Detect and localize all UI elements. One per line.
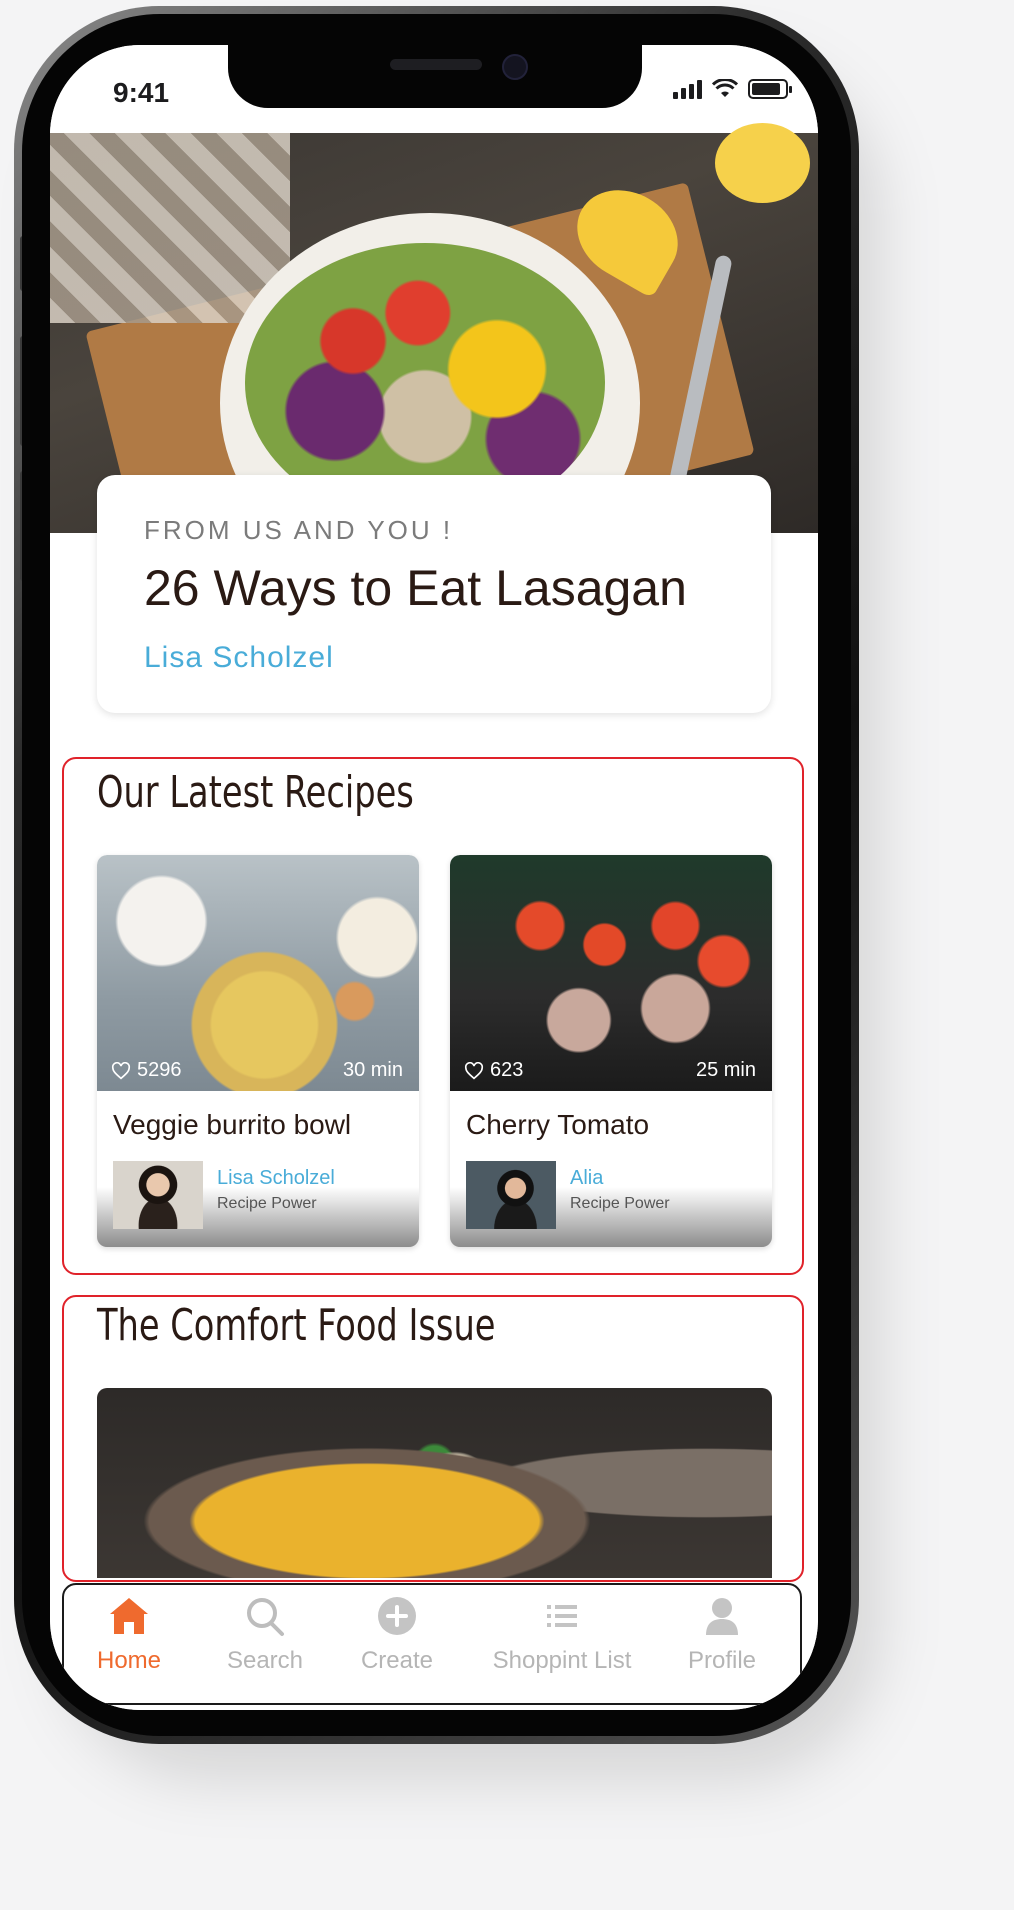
bottom-tab-bar: Home Search Create Shoppint List Profile	[50, 1583, 818, 1710]
tab-home[interactable]: Home	[84, 1595, 174, 1675]
featured-article-card[interactable]: FROM US AND YOU ! 26 Ways to Eat Lasagan…	[97, 475, 771, 713]
home-icon	[110, 1598, 148, 1634]
signal-icon	[673, 79, 702, 99]
app-screen: 9:41 FROM US AND YOU ! 26 Ways to Eat La…	[50, 45, 818, 1710]
user-icon	[706, 1598, 738, 1635]
comfort-food-title: The Comfort Food Issue	[97, 1300, 496, 1351]
tab-label: Shoppint List	[492, 1647, 632, 1674]
likes-value: 623	[490, 1059, 524, 1081]
front-camera	[502, 54, 528, 80]
status-bar: 9:41	[50, 45, 818, 133]
cook-time: 25 min	[695, 1059, 756, 1081]
heart-icon	[464, 1061, 484, 1079]
cook-time: 30 min	[342, 1059, 403, 1081]
featured-kicker: FROM US AND YOU !	[144, 515, 454, 545]
tab-profile[interactable]: Profile	[672, 1595, 772, 1675]
featured-author-link[interactable]: Lisa Scholzel	[144, 641, 334, 675]
tab-label: Create	[360, 1647, 434, 1674]
recipe-image	[450, 855, 772, 1091]
latest-recipes-title: Our Latest Recipes	[97, 767, 414, 818]
avatar	[466, 1161, 556, 1229]
recipe-publisher: Recipe Power	[217, 1195, 317, 1212]
list-icon	[547, 1605, 577, 1627]
recipe-author-link[interactable]: Lisa Scholzel	[217, 1167, 335, 1190]
speaker	[390, 59, 482, 70]
heart-icon	[111, 1061, 131, 1079]
hero-image[interactable]	[50, 123, 818, 604]
recipe-author-link[interactable]: Alia	[570, 1167, 603, 1190]
tab-label: Home	[96, 1647, 162, 1674]
wifi-icon	[712, 79, 738, 97]
search-icon	[247, 1598, 284, 1636]
recipe-image	[97, 855, 419, 1091]
likes-count[interactable]: 5296	[111, 1059, 182, 1082]
recipe-publisher: Recipe Power	[570, 1195, 670, 1212]
battery-icon	[748, 79, 792, 99]
notch	[228, 45, 642, 108]
comfort-food-image[interactable]	[97, 1388, 772, 1578]
tab-label: Profile	[687, 1647, 757, 1674]
recipe-card[interactable]: 5296 30 min Veggie burrito bowl Lisa Sch…	[97, 855, 419, 1247]
likes-value: 5296	[137, 1059, 182, 1081]
likes-count[interactable]: 623	[464, 1059, 523, 1082]
tab-search[interactable]: Search	[210, 1595, 320, 1675]
tab-shopping-list[interactable]: Shoppint List	[482, 1595, 642, 1675]
plus-circle-icon	[378, 1597, 416, 1635]
tab-label: Search	[226, 1647, 304, 1674]
recipe-title: Cherry Tomato	[466, 1109, 650, 1140]
status-icons	[673, 79, 792, 99]
recipe-card[interactable]: 623 25 min Cherry Tomato Alia Recipe Pow…	[450, 855, 772, 1247]
avatar	[113, 1161, 203, 1229]
tab-create[interactable]: Create	[342, 1595, 452, 1675]
status-time: 9:41	[113, 77, 170, 108]
recipe-title: Veggie burrito bowl	[113, 1109, 352, 1140]
featured-title: 26 Ways to Eat Lasagan	[144, 560, 687, 616]
